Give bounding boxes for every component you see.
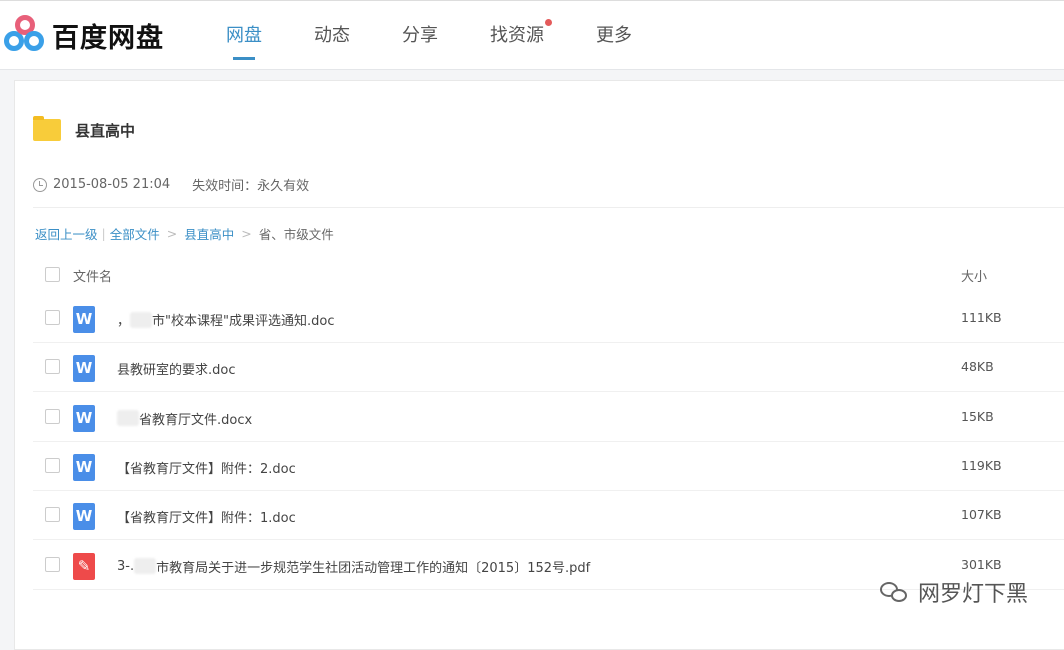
clock-icon (33, 178, 47, 192)
row-checkbox[interactable] (45, 458, 60, 473)
file-name-text: 【省教育厅文件】附件：2.doc (117, 458, 296, 477)
watermark: 网罗灯下黑 (880, 576, 1028, 608)
file-name-text: 市"校本课程"成果评选通知.doc (152, 310, 334, 329)
separator: | (102, 226, 106, 241)
share-panel: 县直高中 2015-08-05 21:04 失效时间： 永久有效 返回上一级 |… (14, 80, 1064, 650)
share-date: 2015-08-05 21:04 (53, 177, 170, 192)
top-bar: 百度网盘 网盘 动态 分享 找资源 更多 (0, 0, 1064, 70)
nav-netdisk[interactable]: 网盘 (226, 21, 262, 61)
redacted-blur (117, 410, 139, 426)
parent-folder-link[interactable]: 县直高中 (184, 224, 234, 243)
row-checkbox[interactable] (45, 409, 60, 424)
nav-share[interactable]: 分享 (402, 21, 438, 61)
redacted-blur (130, 312, 152, 328)
chevron-right-icon: > (167, 226, 177, 241)
logo[interactable]: 百度网盘 (4, 15, 164, 55)
pdf-file-icon: ✎ (73, 553, 95, 580)
file-name[interactable]: 【省教育厅文件】附件：2.doc (117, 458, 296, 477)
file-name[interactable]: 3-. 市教育局关于进一步规范学生社团活动管理工作的通知〔2015〕152号.p… (117, 557, 590, 576)
word-file-icon: W (73, 306, 95, 333)
logo-text: 百度网盘 (52, 16, 164, 55)
expiry-value: 永久有效 (257, 175, 309, 194)
file-size: 15KB (961, 409, 994, 424)
word-file-icon: W (73, 454, 95, 481)
all-files-link[interactable]: 全部文件 (110, 224, 160, 243)
file-name-text: 市教育局关于进一步规范学生社团活动管理工作的通知〔2015〕152号.pdf (156, 557, 590, 576)
file-row[interactable]: W 【省教育厅文件】附件：1.doc 107KB (33, 491, 1064, 540)
nav-find-resources[interactable]: 找资源 (490, 21, 544, 61)
nav-label: 找资源 (490, 25, 544, 46)
file-size: 107KB (961, 507, 1002, 522)
main-nav: 网盘 动态 分享 找资源 更多 (226, 21, 684, 61)
word-file-icon: W (73, 503, 95, 530)
file-size: 48KB (961, 359, 994, 374)
divider (33, 207, 1064, 208)
share-meta: 2015-08-05 21:04 失效时间： 永久有效 (33, 175, 309, 194)
file-name-text: 县教研室的要求.doc (117, 359, 236, 378)
expiry-label: 失效时间： (192, 175, 257, 194)
watermark-text: 网罗灯下黑 (918, 576, 1028, 608)
row-checkbox[interactable] (45, 507, 60, 522)
nav-more[interactable]: 更多 (596, 21, 632, 61)
file-name[interactable]: ， 市"校本课程"成果评选通知.doc (117, 310, 334, 329)
word-file-icon: W (73, 355, 95, 382)
file-name[interactable]: 【省教育厅文件】附件：1.doc (117, 507, 296, 526)
baidu-cloud-logo-icon (4, 15, 46, 55)
file-row[interactable]: W 县教研室的要求.doc 48KB (33, 343, 1064, 392)
notification-dot (545, 19, 552, 26)
current-folder: 省、市级文件 (259, 224, 334, 243)
column-size[interactable]: 大小 (961, 266, 987, 285)
folder-name: 县直高中 (75, 120, 135, 141)
share-title: 县直高中 (33, 119, 135, 141)
table-header: 文件名 大小 (33, 257, 1064, 293)
wechat-icon (880, 580, 910, 604)
file-name-prefix: 3-. (117, 559, 134, 574)
word-file-icon: W (73, 405, 95, 432)
file-name[interactable]: 省教育厅文件.docx (117, 409, 252, 428)
row-checkbox[interactable] (45, 557, 60, 572)
row-checkbox[interactable] (45, 310, 60, 325)
file-name[interactable]: 县教研室的要求.doc (117, 359, 236, 378)
breadcrumb: 返回上一级 | 全部文件 > 县直高中 > 省、市级文件 (35, 224, 334, 243)
nav-activity[interactable]: 动态 (314, 21, 350, 61)
redacted-blur (134, 558, 156, 574)
chevron-right-icon: > (241, 226, 251, 241)
file-row[interactable]: W 【省教育厅文件】附件：2.doc 119KB (33, 442, 1064, 491)
select-all-checkbox[interactable] (45, 267, 60, 282)
row-checkbox[interactable] (45, 359, 60, 374)
file-size: 111KB (961, 310, 1002, 325)
file-name-prefix: ， (117, 310, 130, 329)
file-row[interactable]: W 省教育厅文件.docx 15KB (33, 393, 1064, 442)
file-size: 301KB (961, 557, 1002, 572)
file-row[interactable]: W ， 市"校本课程"成果评选通知.doc 111KB (33, 294, 1064, 343)
folder-icon (33, 119, 61, 141)
file-name-text: 省教育厅文件.docx (139, 409, 252, 428)
file-size: 119KB (961, 458, 1002, 473)
back-link[interactable]: 返回上一级 (35, 224, 98, 243)
file-name-text: 【省教育厅文件】附件：1.doc (117, 507, 296, 526)
column-name[interactable]: 文件名 (73, 266, 112, 285)
